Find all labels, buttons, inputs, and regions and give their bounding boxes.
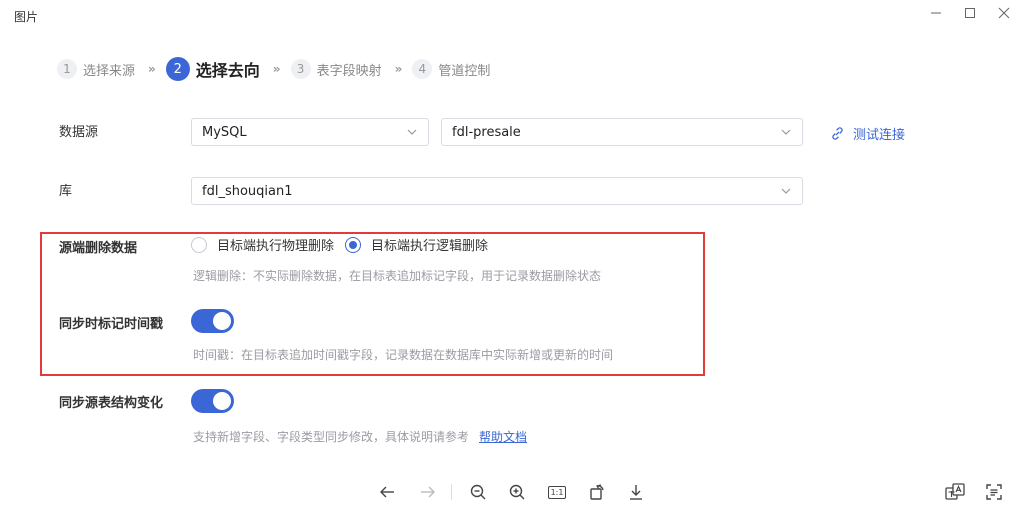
toolbar-divider	[451, 484, 452, 500]
zoom-in-button[interactable]	[503, 478, 531, 506]
radio-unchecked-icon	[191, 236, 207, 253]
radio-physical-delete-label: 目标端执行物理删除	[217, 239, 335, 254]
zoom-out-icon	[470, 484, 486, 500]
timestamp-hint: 时间戳：在目标表追加时间戳字段，记录数据在数据库中实际新增或更新的时间	[193, 348, 614, 362]
database-select[interactable]: fdl_shouqian1	[191, 177, 803, 205]
step-1[interactable]: 1 选择来源	[57, 59, 135, 79]
actual-size-icon: 1:1	[547, 485, 567, 499]
close-icon	[998, 7, 1010, 19]
radio-physical-delete[interactable]: 目标端执行物理删除	[191, 235, 334, 254]
zoom-out-button[interactable]	[464, 478, 492, 506]
toggle-knob	[213, 392, 231, 410]
step-3-number: 3	[290, 59, 311, 79]
translate-icon	[945, 483, 965, 500]
datasource-connection-value: fdl-presale	[452, 124, 521, 140]
test-connection-label: 测试连接	[853, 128, 906, 143]
download-icon	[630, 485, 642, 500]
schema-change-toggle[interactable]	[191, 389, 234, 413]
datasource-label: 数据源	[59, 125, 99, 140]
close-button[interactable]	[992, 3, 1016, 23]
chevron-down-icon	[781, 129, 791, 135]
datasource-connection-select[interactable]: fdl-presale	[441, 118, 803, 146]
database-value: fdl_shouqian1	[202, 183, 293, 199]
database-label: 库	[59, 184, 73, 199]
chevron-down-icon	[407, 129, 417, 135]
image-viewer-window: 图片 1 选择来源 » 2 选择去向 » 3 表字段映射 » 4 管道控制 数据…	[0, 0, 1024, 514]
scan-text-icon	[986, 484, 1002, 500]
radio-checked-icon	[345, 236, 361, 253]
step-separator-icon: »	[148, 62, 156, 76]
rotate-button[interactable]	[583, 478, 611, 506]
step-4[interactable]: 4 管道控制	[412, 59, 490, 79]
minimize-icon	[931, 12, 941, 14]
arrow-left-icon	[380, 486, 394, 498]
test-connection-link[interactable]: 测试连接	[830, 124, 905, 143]
step-2[interactable]: 2 选择去向	[165, 57, 260, 81]
radio-logical-delete-label: 目标端执行逻辑删除	[371, 239, 489, 254]
step-2-number: 2	[165, 57, 190, 81]
next-button[interactable]	[414, 478, 442, 506]
schema-change-hint: 支持新增字段、字段类型同步修改，具体说明请参考	[193, 430, 470, 444]
title-bar: 图片	[0, 0, 1024, 28]
step-4-label: 管道控制	[438, 63, 491, 79]
step-1-label: 选择来源	[83, 63, 136, 79]
step-4-number: 4	[412, 59, 433, 79]
schema-change-label: 同步源表结构变化	[59, 396, 164, 411]
step-separator-icon: »	[394, 62, 403, 76]
source-delete-label: 源端删除数据	[59, 241, 138, 256]
toggle-knob	[213, 312, 231, 330]
maximize-button[interactable]	[958, 3, 982, 23]
step-1-number: 1	[57, 59, 77, 79]
previous-button[interactable]	[373, 478, 401, 506]
radio-logical-delete[interactable]: 目标端执行逻辑删除	[345, 235, 488, 254]
step-separator-icon: »	[272, 62, 281, 76]
minimize-button[interactable]	[924, 3, 948, 23]
chevron-down-icon	[781, 188, 791, 194]
datasource-type-value: MySQL	[202, 124, 247, 140]
actual-size-button[interactable]: 1:1	[543, 478, 571, 506]
delete-hint: 逻辑删除：不实际删除数据，在目标表追加标记字段，用于记录数据删除状态	[193, 269, 602, 283]
download-button[interactable]	[622, 478, 650, 506]
translate-button[interactable]	[941, 478, 969, 506]
step-2-label: 选择去向	[195, 61, 260, 80]
zoom-in-icon	[509, 484, 525, 500]
timestamp-toggle[interactable]	[191, 309, 234, 333]
window-title: 图片	[14, 10, 39, 24]
link-icon	[832, 127, 843, 140]
rotate-icon	[590, 484, 604, 500]
step-3[interactable]: 3 表字段映射	[290, 59, 382, 79]
datasource-type-select[interactable]: MySQL	[191, 118, 429, 146]
schema-change-hint-row: 支持新增字段、字段类型同步修改，具体说明请参考 帮助文档	[193, 428, 527, 445]
arrow-right-icon	[421, 486, 435, 498]
help-doc-link[interactable]: 帮助文档	[479, 430, 527, 444]
step-3-label: 表字段映射	[316, 63, 382, 79]
viewer-toolbar: 1:1	[0, 478, 1024, 506]
step-progress: 1 选择来源 » 2 选择去向 » 3 表字段映射 » 4 管道控制	[57, 54, 490, 84]
timestamp-label: 同步时标记时间戳	[59, 317, 164, 332]
text-recognize-button[interactable]	[980, 478, 1008, 506]
maximize-icon	[965, 8, 975, 18]
